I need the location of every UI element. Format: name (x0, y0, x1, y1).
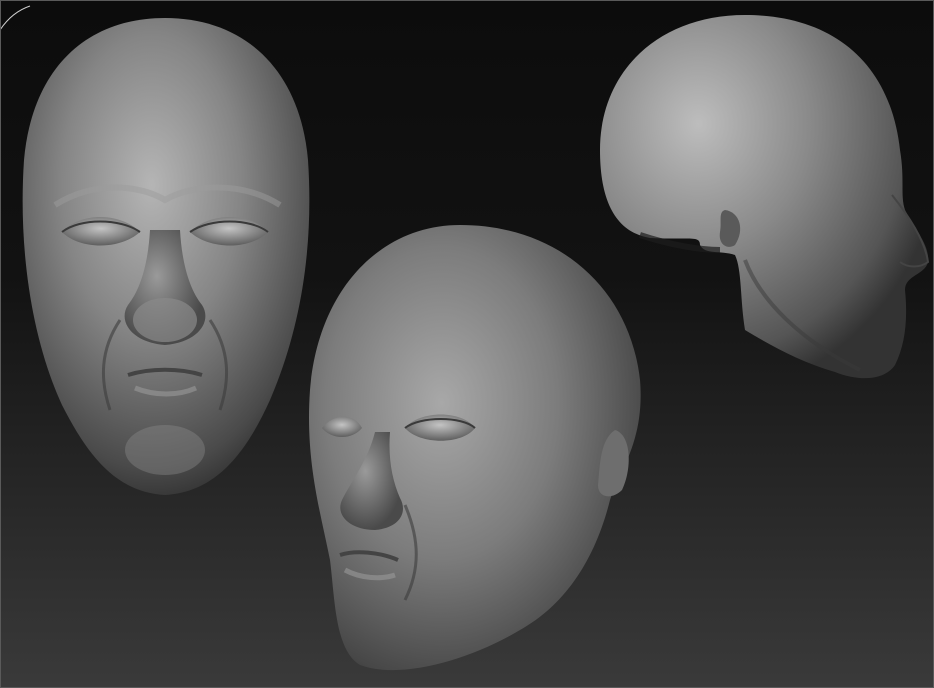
front-view-head-mask[interactable] (22, 18, 310, 495)
profile-view-head[interactable] (600, 15, 930, 379)
sculpt-scene[interactable] (0, 0, 934, 688)
3d-viewport[interactable] (0, 0, 934, 688)
view-gizmo-arc[interactable] (0, 5, 31, 31)
three-quarter-view-head[interactable] (309, 225, 641, 671)
